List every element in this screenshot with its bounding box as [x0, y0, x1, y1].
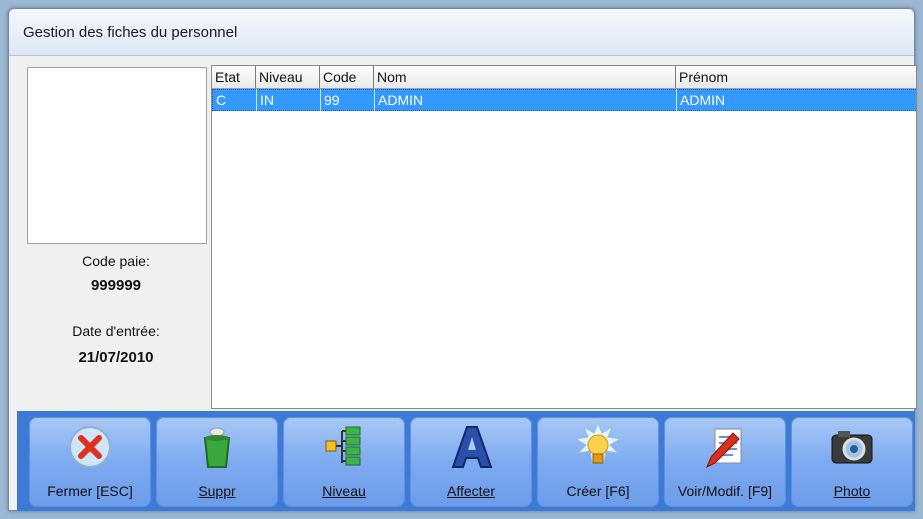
delete-button-text: Suppr: [198, 483, 236, 499]
column-header-niveau[interactable]: Niveau: [256, 66, 320, 88]
assign-button-text: Affecter: [447, 483, 495, 499]
lightbulb-icon: [574, 423, 622, 465]
level-button-label: Niveau: [283, 483, 405, 499]
personnel-window: Gestion des fiches du personnel Code pai…: [8, 8, 917, 511]
employee-info-panel: Code paie: 999999 Date d'entrée: 21/07/2…: [23, 65, 209, 409]
cell-nom: ADMIN: [375, 89, 677, 111]
trash-icon: [203, 427, 231, 468]
hierarchy-icon: [325, 426, 361, 466]
camera-icon: [831, 431, 873, 464]
cell-niveau: IN: [257, 89, 321, 111]
grid-header: Etat Niveau Code Nom Prénom: [212, 66, 916, 89]
delete-button-label: Suppr: [156, 483, 278, 499]
edit-document-icon: [706, 428, 742, 469]
action-toolbar: Fermer [ESC] Suppr Niveau Affecter Créer…: [17, 411, 915, 511]
column-header-code[interactable]: Code: [320, 66, 374, 88]
code-paie-value: 999999: [90, 277, 142, 294]
cell-etat: C: [213, 89, 257, 111]
view-edit-button-label: Voir/Modif. [F9]: [677, 483, 773, 499]
assign-button[interactable]: Affecter: [410, 417, 532, 507]
level-button[interactable]: Niveau: [283, 417, 405, 507]
window-title: Gestion des fiches du personnel: [23, 24, 238, 41]
column-header-etat[interactable]: Etat: [212, 66, 256, 88]
photo-button-text: Photo: [833, 483, 871, 499]
personnel-grid[interactable]: Etat Niveau Code Nom Prénom C IN 99 ADMI…: [211, 65, 917, 409]
employee-photo: [27, 67, 207, 244]
close-icon: [69, 426, 111, 468]
assign-button-label: Affecter: [410, 483, 532, 499]
create-button-label: Créer [F6]: [566, 483, 630, 499]
date-entree-label: Date d'entrée:: [72, 323, 160, 339]
cell-prenom: ADMIN: [680, 92, 726, 108]
create-button[interactable]: Créer [F6]: [537, 417, 659, 507]
code-paie-label: Code paie:: [82, 253, 150, 269]
title-bar: Gestion des fiches du personnel: [9, 9, 914, 56]
close-button-label: Fermer [ESC]: [47, 483, 133, 499]
date-entree-value: 21/07/2010: [78, 349, 154, 366]
cell-code: 99: [321, 89, 375, 111]
delete-button[interactable]: Suppr: [156, 417, 278, 507]
close-button[interactable]: Fermer [ESC]: [29, 417, 151, 507]
letter-a-icon: [451, 426, 493, 468]
photo-button[interactable]: Photo: [791, 417, 913, 507]
table-row[interactable]: C IN 99 ADMIN ADMIN: [212, 89, 916, 111]
view-edit-button[interactable]: Voir/Modif. [F9]: [664, 417, 786, 507]
level-button-text: Niveau: [322, 483, 366, 499]
column-header-prenom[interactable]: Prénom: [676, 66, 916, 88]
photo-button-label: Photo: [791, 483, 913, 499]
column-header-nom[interactable]: Nom: [374, 66, 676, 88]
